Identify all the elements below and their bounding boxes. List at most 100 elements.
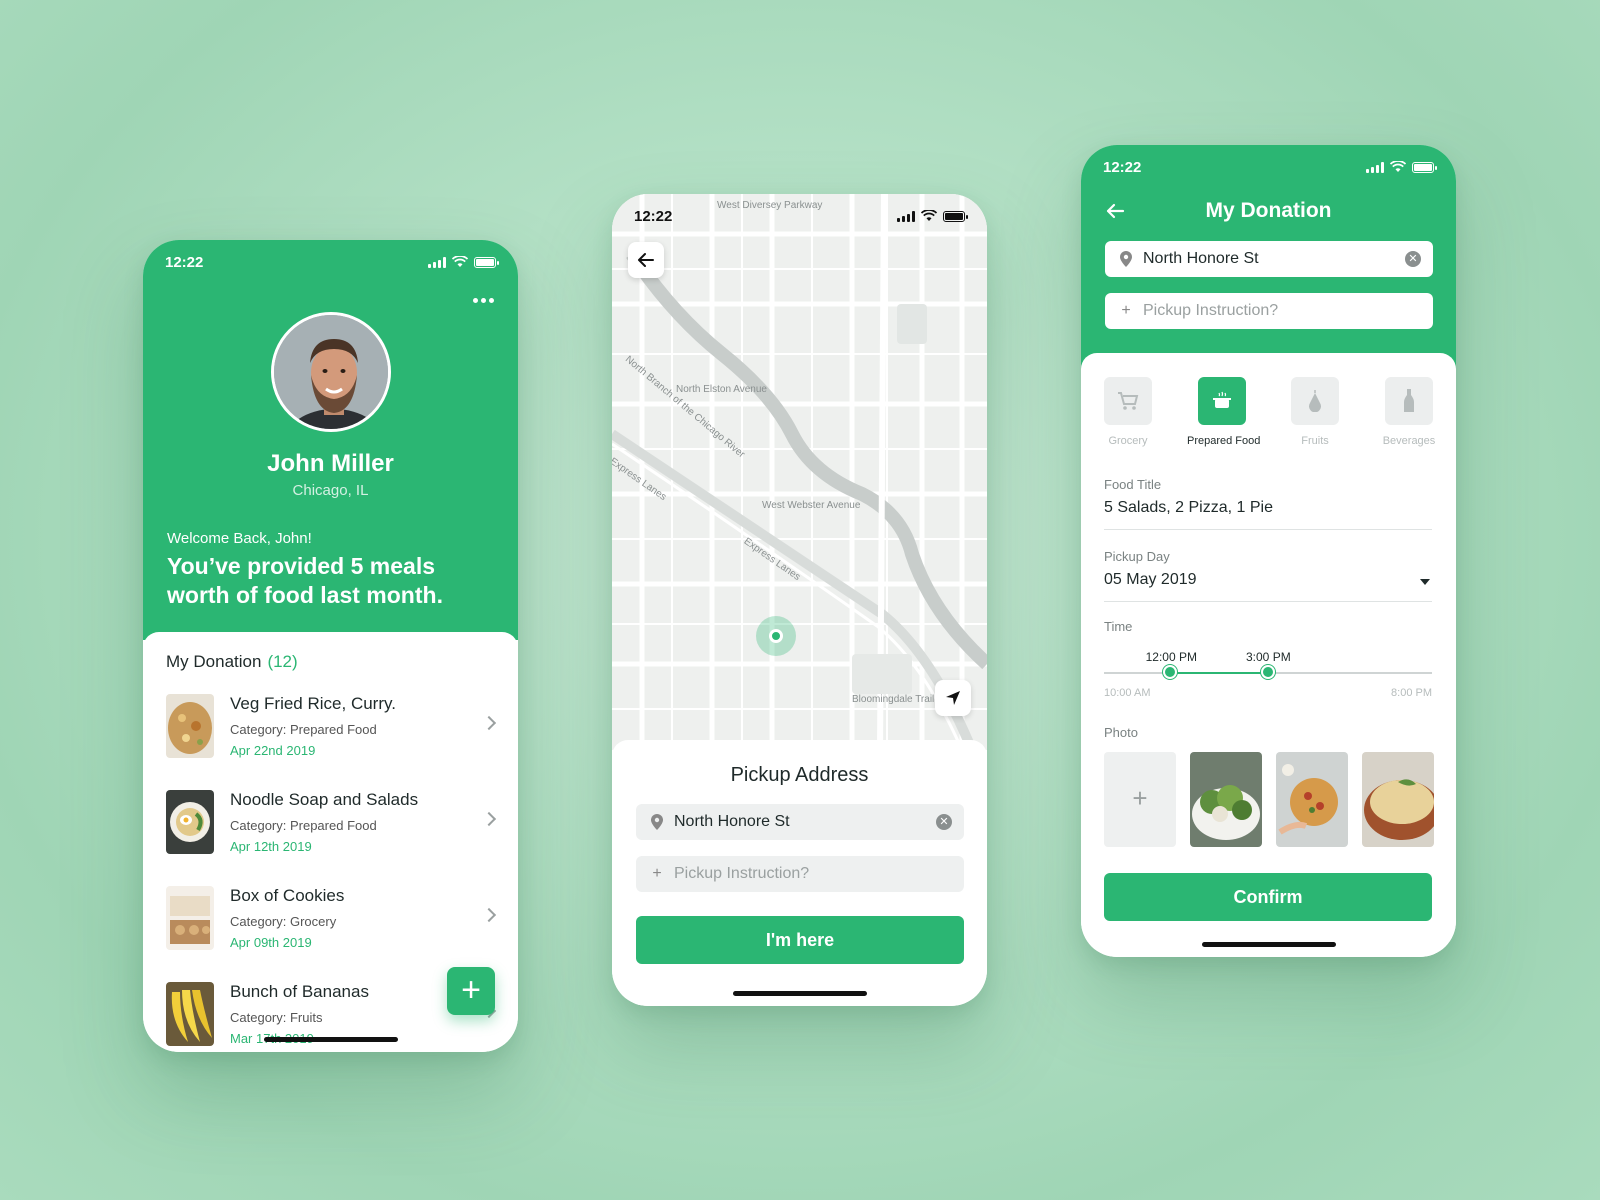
donation-date: Apr 22nd 2019 — [230, 743, 316, 758]
time-max-label: 8:00 PM — [1391, 687, 1432, 699]
category-label: Beverages — [1382, 435, 1436, 447]
donation-title: Noodle Soap and Salads — [230, 790, 419, 809]
profile-city: Chicago, IL — [292, 482, 369, 499]
donation-category: Category: Fruits — [230, 1010, 323, 1025]
my-location-button[interactable] — [935, 680, 971, 716]
category-grocery[interactable]: Grocery — [1093, 377, 1163, 447]
donation-title: Box of Cookies — [230, 886, 345, 905]
back-button[interactable] — [628, 242, 664, 278]
welcome-text: Welcome Back, John! — [167, 530, 312, 547]
donation-date: Apr 09th 2019 — [230, 935, 312, 950]
instruction-field[interactable]: + Pickup Instruction? — [1105, 293, 1433, 329]
page-title: My Donation — [1205, 199, 1332, 222]
map-pin-icon — [648, 814, 666, 830]
battery-icon — [1412, 161, 1437, 173]
food-thumbnail — [166, 790, 214, 854]
donation-form-screen: 12:22 My Donation North Honore St ✕ + Pi… — [1081, 145, 1456, 957]
time-min-label: 10:00 AM — [1104, 687, 1151, 699]
time-end-label: 3:00 PM — [1246, 650, 1291, 664]
pickup-address-panel: Pickup Address North Honore St ✕ + Picku… — [612, 740, 987, 1006]
donation-title: Veg Fried Rice, Curry. — [230, 694, 396, 713]
pickup-day-label: Pickup Day — [1104, 549, 1170, 564]
pickup-day-select[interactable]: 05 May 2019 — [1104, 571, 1197, 589]
list-item[interactable]: Veg Fried Rice, Curry. Category: Prepare… — [166, 694, 497, 764]
section-title: My Donation (12) — [166, 652, 298, 672]
plus-icon: + — [1121, 302, 1131, 319]
donation-date: Apr 12th 2019 — [230, 839, 312, 854]
time-start-label: 12:00 PM — [1145, 650, 1197, 664]
home-indicator — [263, 1037, 398, 1042]
profile-screen: 12:22 John Miller Chicago, IL Welcome Ba… — [143, 240, 518, 1052]
map-label: West Webster Avenue — [762, 500, 861, 511]
photo-thumbnail[interactable] — [1276, 752, 1348, 847]
divider — [1104, 529, 1432, 530]
signal-icon — [1366, 161, 1384, 173]
profile-header: 12:22 John Miller Chicago, IL Welcome Ba… — [143, 240, 518, 640]
address-value: North Honore St — [674, 813, 790, 830]
battery-icon — [474, 256, 499, 268]
status-bar: 12:22 — [1081, 145, 1456, 189]
status-time: 12:22 — [1103, 158, 1142, 176]
location-pin-icon[interactable] — [769, 629, 783, 643]
signal-icon — [897, 210, 915, 222]
pickup-screen: West Diversey Parkway North Branch of th… — [612, 194, 987, 1006]
food-title-label: Food Title — [1104, 477, 1162, 492]
category-fruits[interactable]: Fruits — [1280, 377, 1350, 447]
cart-icon — [1104, 377, 1152, 425]
map-label: Bloomingdale Trail — [852, 694, 935, 705]
donation-category: Category: Prepared Food — [230, 722, 377, 737]
chevron-right-icon — [481, 811, 497, 827]
profile-name: John Miller — [267, 450, 394, 477]
photo-thumbnail[interactable] — [1362, 752, 1434, 847]
category-prepared-food[interactable]: Prepared Food — [1187, 377, 1261, 447]
wifi-icon — [1390, 161, 1406, 172]
instruction-placeholder: Pickup Instruction? — [1143, 302, 1279, 319]
add-photo-button[interactable]: + — [1104, 752, 1176, 847]
category-beverages[interactable]: Beverages — [1374, 377, 1444, 447]
divider — [1104, 601, 1432, 602]
time-label: Time — [1104, 619, 1133, 634]
arrow-left-icon — [638, 253, 654, 267]
bottle-icon — [1385, 377, 1433, 425]
map-label: North Elston Avenue — [676, 384, 767, 395]
status-time: 12:22 — [634, 207, 673, 225]
photo-thumbnail[interactable] — [1190, 752, 1262, 847]
address-value: North Honore St — [1143, 250, 1259, 267]
clear-icon[interactable]: ✕ — [1405, 251, 1421, 267]
address-field[interactable]: North Honore St ✕ — [636, 804, 964, 840]
form-header: 12:22 My Donation North Honore St ✕ + Pi… — [1081, 145, 1456, 375]
time-end-handle[interactable] — [1261, 665, 1275, 679]
category-label: Prepared Food — [1187, 435, 1261, 447]
instruction-placeholder: Pickup Instruction? — [674, 865, 810, 882]
map-pin-icon — [1117, 251, 1135, 267]
category-label: Grocery — [1108, 435, 1148, 447]
instruction-field[interactable]: + Pickup Instruction? — [636, 856, 964, 892]
list-item[interactable]: Box of Cookies Category: Grocery Apr 09t… — [166, 886, 497, 956]
add-donation-button[interactable]: + — [447, 967, 495, 1015]
panel-title: Pickup Address — [730, 764, 869, 786]
time-start-handle[interactable] — [1162, 665, 1177, 679]
home-indicator — [732, 991, 867, 996]
im-here-button[interactable]: I'm here — [636, 916, 964, 964]
status-bar: 12:22 — [612, 194, 987, 238]
plus-icon: + — [652, 865, 662, 882]
home-indicator — [1201, 942, 1336, 947]
status-time: 12:22 — [165, 253, 204, 271]
donation-count: (12) — [267, 652, 298, 671]
impact-headline: You’ve provided 5 meals worth of food la… — [167, 553, 443, 608]
confirm-button[interactable]: Confirm — [1104, 873, 1432, 921]
chevron-down-icon[interactable] — [1420, 579, 1430, 585]
address-field[interactable]: North Honore St ✕ — [1105, 241, 1433, 277]
clear-icon[interactable]: ✕ — [936, 814, 952, 830]
chevron-right-icon — [481, 907, 497, 923]
section-title-label: My Donation — [166, 652, 262, 671]
list-item[interactable]: Noodle Soap and Salads Category: Prepare… — [166, 790, 497, 860]
avatar[interactable] — [271, 312, 391, 432]
photo-label: Photo — [1104, 725, 1138, 740]
map-view[interactable]: West Diversey Parkway North Branch of th… — [612, 194, 987, 752]
food-title-input[interactable]: 5 Salads, 2 Pizza, 1 Pie — [1104, 499, 1273, 517]
pear-icon — [1291, 377, 1339, 425]
more-options-icon[interactable] — [473, 298, 494, 303]
food-thumbnail — [166, 982, 214, 1046]
battery-icon — [943, 210, 968, 222]
